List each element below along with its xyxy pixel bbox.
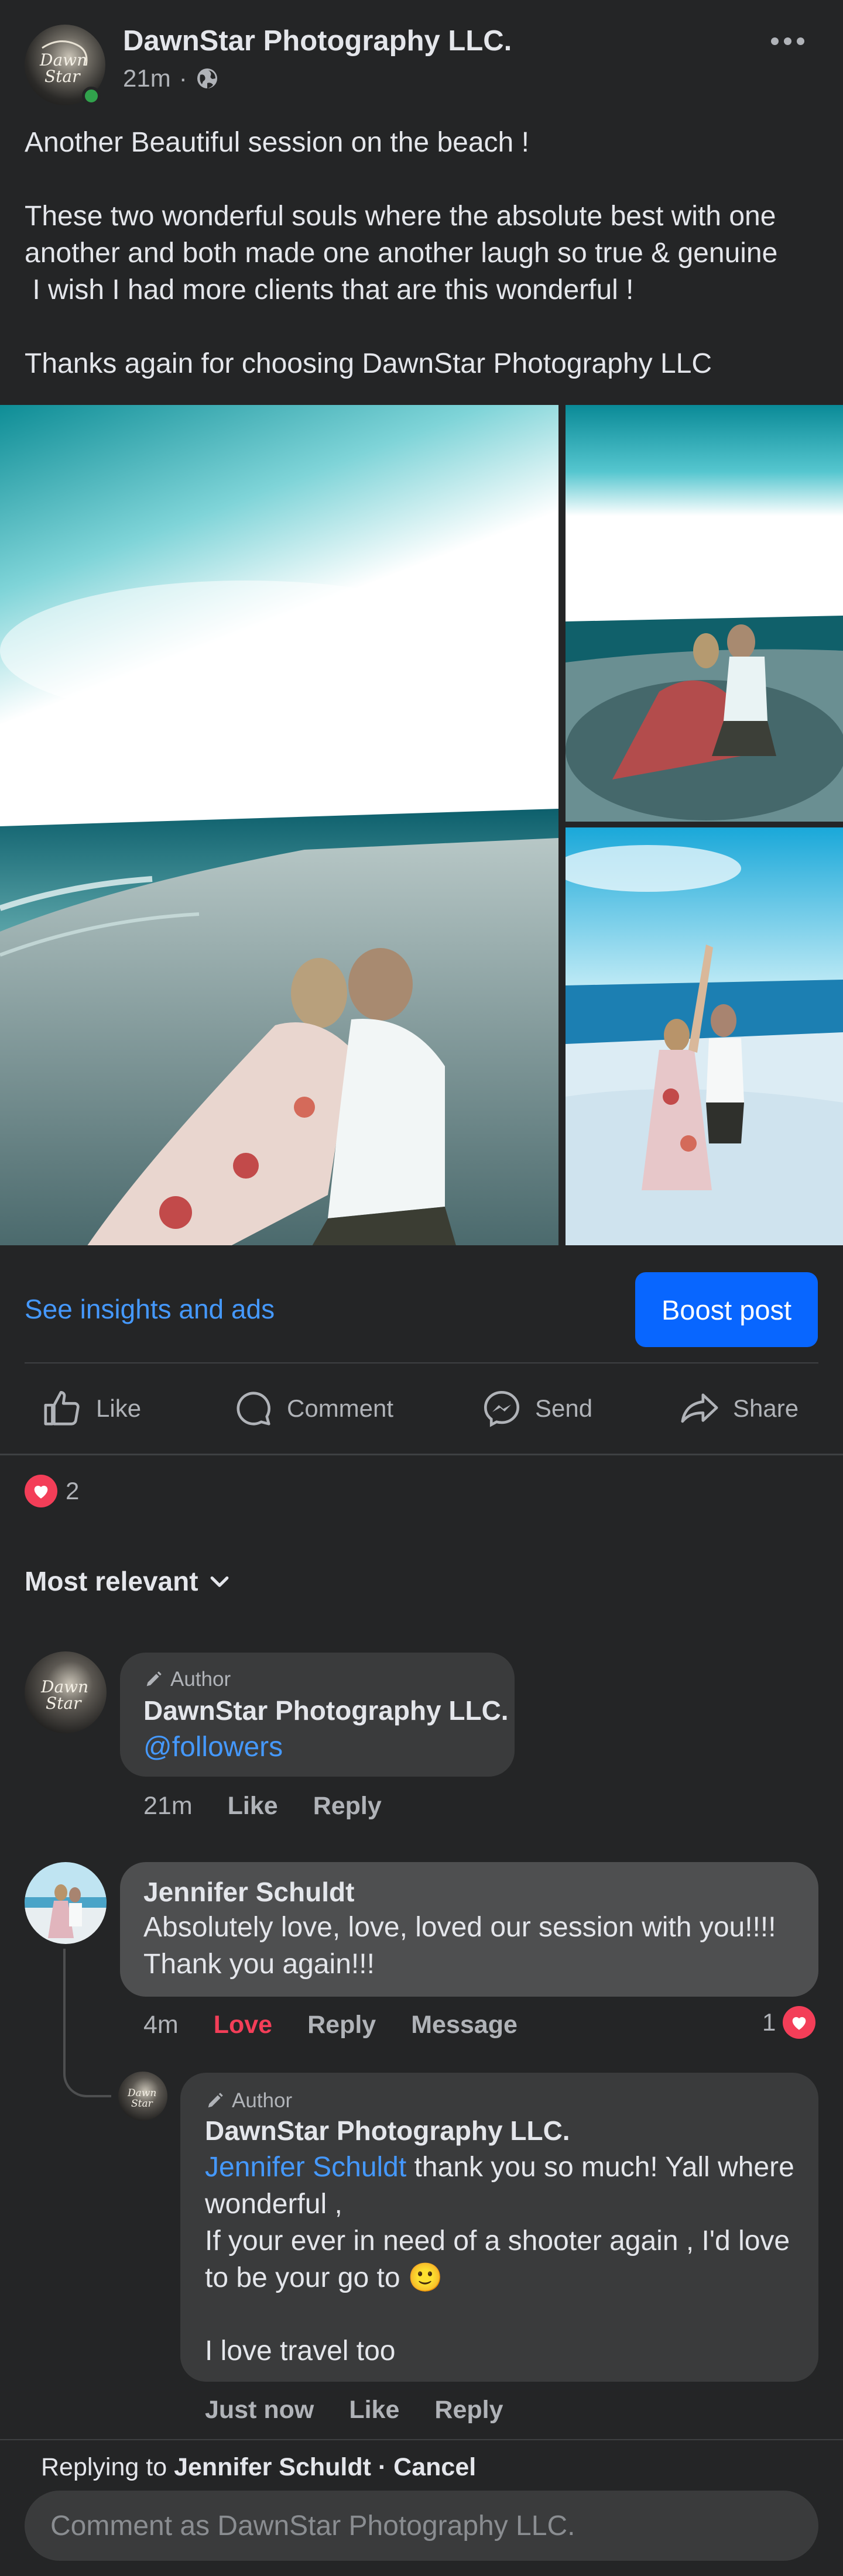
reply-like-button[interactable]: Like (349, 2396, 399, 2424)
comment-time[interactable]: 4m (143, 2011, 179, 2039)
boost-post-button[interactable]: Boost post (635, 1272, 818, 1347)
online-status-dot (82, 87, 101, 105)
share-button[interactable]: Share (679, 1384, 799, 1433)
svg-text:Star: Star (44, 67, 81, 86)
reply-mention[interactable]: Jennifer Schuldt (205, 2152, 406, 2183)
comment-actions: 4m Love Reply Message (143, 2011, 518, 2039)
comment-text: Absolutely love, love, loved our session… (143, 1912, 776, 1980)
reply-text-line: I love travel too (205, 2335, 396, 2367)
more-dot-icon (783, 37, 791, 45)
comment-reaction-count: 1 (762, 2008, 776, 2036)
reply-reply-button[interactable]: Reply (434, 2396, 503, 2424)
comment-button[interactable]: Comment (233, 1384, 393, 1433)
more-dot-icon (796, 37, 804, 45)
share-label: Share (733, 1395, 799, 1422)
comment-mention[interactable]: @followers (143, 1729, 283, 1766)
love-reaction-icon[interactable] (25, 1475, 57, 1507)
reply-author-name[interactable]: DawnStar Photography LLC. (205, 2115, 570, 2146)
comment-message-button[interactable]: Message (411, 2011, 518, 2039)
comment-avatar[interactable] (25, 1862, 107, 1944)
pencil-icon (146, 1671, 162, 1687)
send-label: Send (535, 1395, 593, 1422)
more-options-button[interactable] (767, 29, 808, 53)
reply-text: Jennifer Schuldt thank you so much! Yall… (205, 2149, 802, 2223)
comment-actions: 21m Like Reply (143, 1792, 382, 1821)
comment-love-button[interactable]: Love (214, 2011, 272, 2039)
more-dot-icon (770, 37, 779, 45)
reply-text-line: If your ever in need of a shooter again … (205, 2225, 790, 2293)
comment-author-name[interactable]: DawnStar Photography LLC. (143, 1695, 509, 1726)
svg-text:Dawn: Dawn (127, 2087, 156, 2099)
comment-reply-button[interactable]: Reply (313, 1792, 382, 1821)
page-name[interactable]: DawnStar Photography LLC. (123, 25, 512, 57)
comment-reaction-summary[interactable]: 1 (762, 2006, 816, 2039)
svg-text:Star: Star (131, 2098, 153, 2110)
reply-avatar[interactable]: Dawn Star (118, 2072, 167, 2121)
share-arrow-icon (681, 1393, 718, 1423)
divider (0, 1454, 843, 1455)
photo-main[interactable] (0, 405, 558, 1245)
comment-author-name[interactable]: Jennifer Schuldt (143, 1876, 354, 1908)
reaction-count[interactable]: 2 (66, 1477, 79, 1505)
love-reaction-icon (783, 2006, 816, 2039)
comment-time[interactable]: 21m (143, 1792, 193, 1821)
thumbs-up-icon (44, 1390, 80, 1426)
like-button[interactable]: Like (42, 1384, 141, 1433)
chevron-down-icon (210, 1576, 228, 1587)
replying-name: Jennifer Schuldt (174, 2453, 371, 2481)
insights-link[interactable]: See insights and ads (25, 1293, 275, 1325)
reply-thread-line (63, 1949, 111, 2097)
svg-text:Star: Star (46, 1694, 82, 1713)
photo-secondary-1[interactable] (566, 405, 843, 822)
like-label: Like (96, 1395, 142, 1422)
post-time[interactable]: 21m (123, 64, 171, 92)
comment-avatar[interactable]: Dawn Star (25, 1651, 107, 1733)
author-badge-label: Author (232, 2089, 293, 2112)
divider (25, 1362, 818, 1363)
meta-separator: · (179, 64, 187, 92)
author-badge-label: Author (170, 1668, 231, 1691)
comment-bubble-icon (237, 1392, 270, 1426)
replying-prefix: Replying to (41, 2453, 174, 2481)
comment-reply-button[interactable]: Reply (307, 2011, 376, 2039)
author-badge: Author (143, 1668, 231, 1691)
globe-icon (197, 68, 217, 88)
pencil-icon (208, 2093, 223, 2108)
cancel-reply-button[interactable]: · Cancel (371, 2453, 476, 2481)
sort-label: Most relevant (25, 1566, 198, 1596)
replying-to-bar: Replying to Jennifer Schuldt · Cancel (41, 2453, 476, 2482)
comment-like-button[interactable]: Like (228, 1792, 278, 1821)
comment-label: Comment (287, 1395, 394, 1422)
comment-sort-dropdown[interactable]: Most relevant (25, 1565, 232, 1597)
photo-secondary-2[interactable] (566, 827, 843, 1245)
reply-time[interactable]: Just now (205, 2396, 314, 2424)
comment-input[interactable] (25, 2491, 818, 2561)
reply-actions: Just now Like Reply (205, 2396, 503, 2424)
send-button[interactable]: Send (481, 1384, 592, 1433)
post-text: Another Beautiful session on the beach !… (25, 127, 778, 379)
author-badge: Author (205, 2089, 292, 2113)
post-meta: 21m · (123, 64, 219, 92)
messenger-icon (484, 1390, 520, 1427)
